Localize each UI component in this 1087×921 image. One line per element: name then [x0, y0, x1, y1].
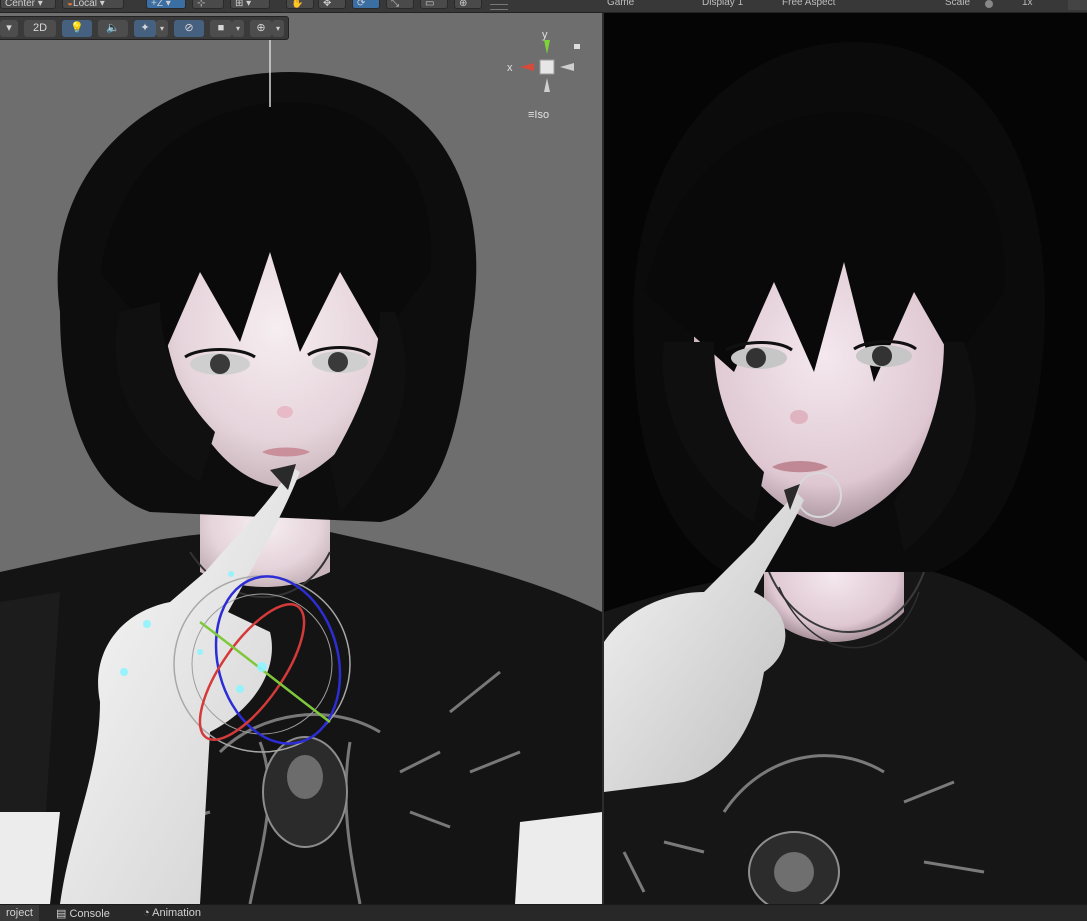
snap-icon: ⊹ [197, 0, 206, 9]
pivot-dropdown[interactable]: Center ▾ [0, 0, 56, 9]
gizmos-dropdown[interactable]: ▾ [272, 20, 284, 37]
rotate-icon: ⟳ [357, 0, 366, 9]
effects-toggle-button[interactable]: ✦ [134, 20, 156, 37]
tab-animation[interactable]: ◔ Animation [143, 907, 201, 919]
rotate-tool-button[interactable]: ⟳ [352, 0, 380, 9]
gizmo-y-label: y [542, 29, 548, 41]
hand-icon: ✋ [291, 0, 304, 9]
camera-icon: ■ [217, 22, 225, 34]
effects-icon: ✦ [140, 22, 150, 34]
camera-settings-button[interactable]: ■ [210, 20, 232, 37]
orientation-gizmo[interactable]: y x [502, 26, 590, 121]
transform-tool-button[interactable]: ⊕ [454, 0, 482, 9]
console-icon: ▤ [56, 908, 67, 920]
rect-tool-button[interactable]: ▭ [420, 0, 448, 9]
move-icon: ✥ [323, 0, 332, 9]
hidden-eye-icon: ⊘ [184, 22, 194, 34]
tab-animation-label: Animation [152, 907, 202, 919]
game-render [604, 42, 1087, 904]
space-dropdown[interactable]: ◒Local ▾ [62, 0, 124, 9]
scene-visibility-button[interactable]: ⊘ [174, 20, 204, 37]
game-tab-label[interactable]: Game [607, 0, 634, 8]
play-mode-dropdown[interactable] [1068, 0, 1087, 10]
lock-icon[interactable] [574, 44, 580, 49]
scale-value: 1x [1022, 0, 1033, 8]
lighting-toggle-button[interactable]: 💡 [62, 20, 92, 37]
tab-console[interactable]: ▤ Console [56, 907, 110, 920]
snap-settings-button[interactable]: ⊹ [192, 0, 224, 9]
tab-project[interactable]: roject [0, 905, 39, 921]
audio-toggle-button[interactable]: 🔈 [98, 20, 128, 37]
game-view[interactable] [604, 12, 1087, 904]
scene-view-toolbar: ▾ 2D 💡 🔈 ✦ ▾ ⊘ ■ ▾ ⊕ ▾ [0, 16, 289, 40]
space-label: Local [73, 0, 97, 9]
overflow-menu-icon[interactable] [490, 4, 508, 10]
rect-icon: ▭ [425, 0, 435, 9]
display-dropdown[interactable]: Display 1 [702, 0, 743, 8]
toggle-2d-label: 2D [32, 22, 48, 34]
animation-clock-icon: ◔ [143, 907, 150, 919]
audio-mute-icon: 🔈 [106, 22, 120, 34]
caret-down-icon: ▾ [6, 22, 12, 34]
effects-dropdown[interactable]: ▾ [156, 20, 168, 37]
scale-label: Scale [945, 0, 971, 8]
gizmo-x-label: x [507, 62, 513, 74]
gizmo-icon: ⊕ [256, 22, 266, 34]
top-toolbar: Center ▾ ◒Local ▾ +Z ▾ ⊹ ⊞ ▾ ✋ ✥ ⟳ ⤡ ▭ ⊕… [0, 0, 1087, 13]
toggle-2d-button[interactable]: 2D [24, 20, 56, 37]
increment-snap-button[interactable]: +Z ▾ [146, 0, 186, 9]
tab-console-label: Console [69, 908, 110, 920]
bottom-tab-bar: roject ▤ Console ◔ Animation [0, 904, 1087, 921]
hand-tool-button[interactable]: ✋ [286, 0, 314, 9]
lightbulb-icon: 💡 [70, 22, 84, 34]
increment-label: +Z [151, 0, 163, 9]
scale-icon: ⤡ [391, 0, 399, 9]
grid-icon: ⊞ [235, 0, 244, 9]
move-tool-button[interactable]: ✥ [318, 0, 346, 9]
scale-slider-handle[interactable] [985, 0, 993, 8]
projection-toggle[interactable]: ≡Iso [528, 109, 549, 121]
projection-label: Iso [534, 109, 550, 121]
pivot-label: Center [5, 0, 36, 9]
view-divider[interactable] [602, 0, 604, 904]
scale-tool-button[interactable]: ⤡ [386, 0, 414, 9]
aspect-dropdown[interactable]: Free Aspect [782, 0, 835, 8]
grid-snap-button[interactable]: ⊞ ▾ [230, 0, 270, 9]
transform-icon: ⊕ [459, 0, 468, 9]
gizmos-button[interactable]: ⊕ [250, 20, 272, 37]
scene-render [0, 27, 602, 904]
draw-mode-dropdown[interactable]: ▾ [0, 20, 18, 37]
scene-view[interactable]: y x ≡Iso [0, 12, 602, 904]
camera-dropdown[interactable]: ▾ [232, 20, 244, 37]
